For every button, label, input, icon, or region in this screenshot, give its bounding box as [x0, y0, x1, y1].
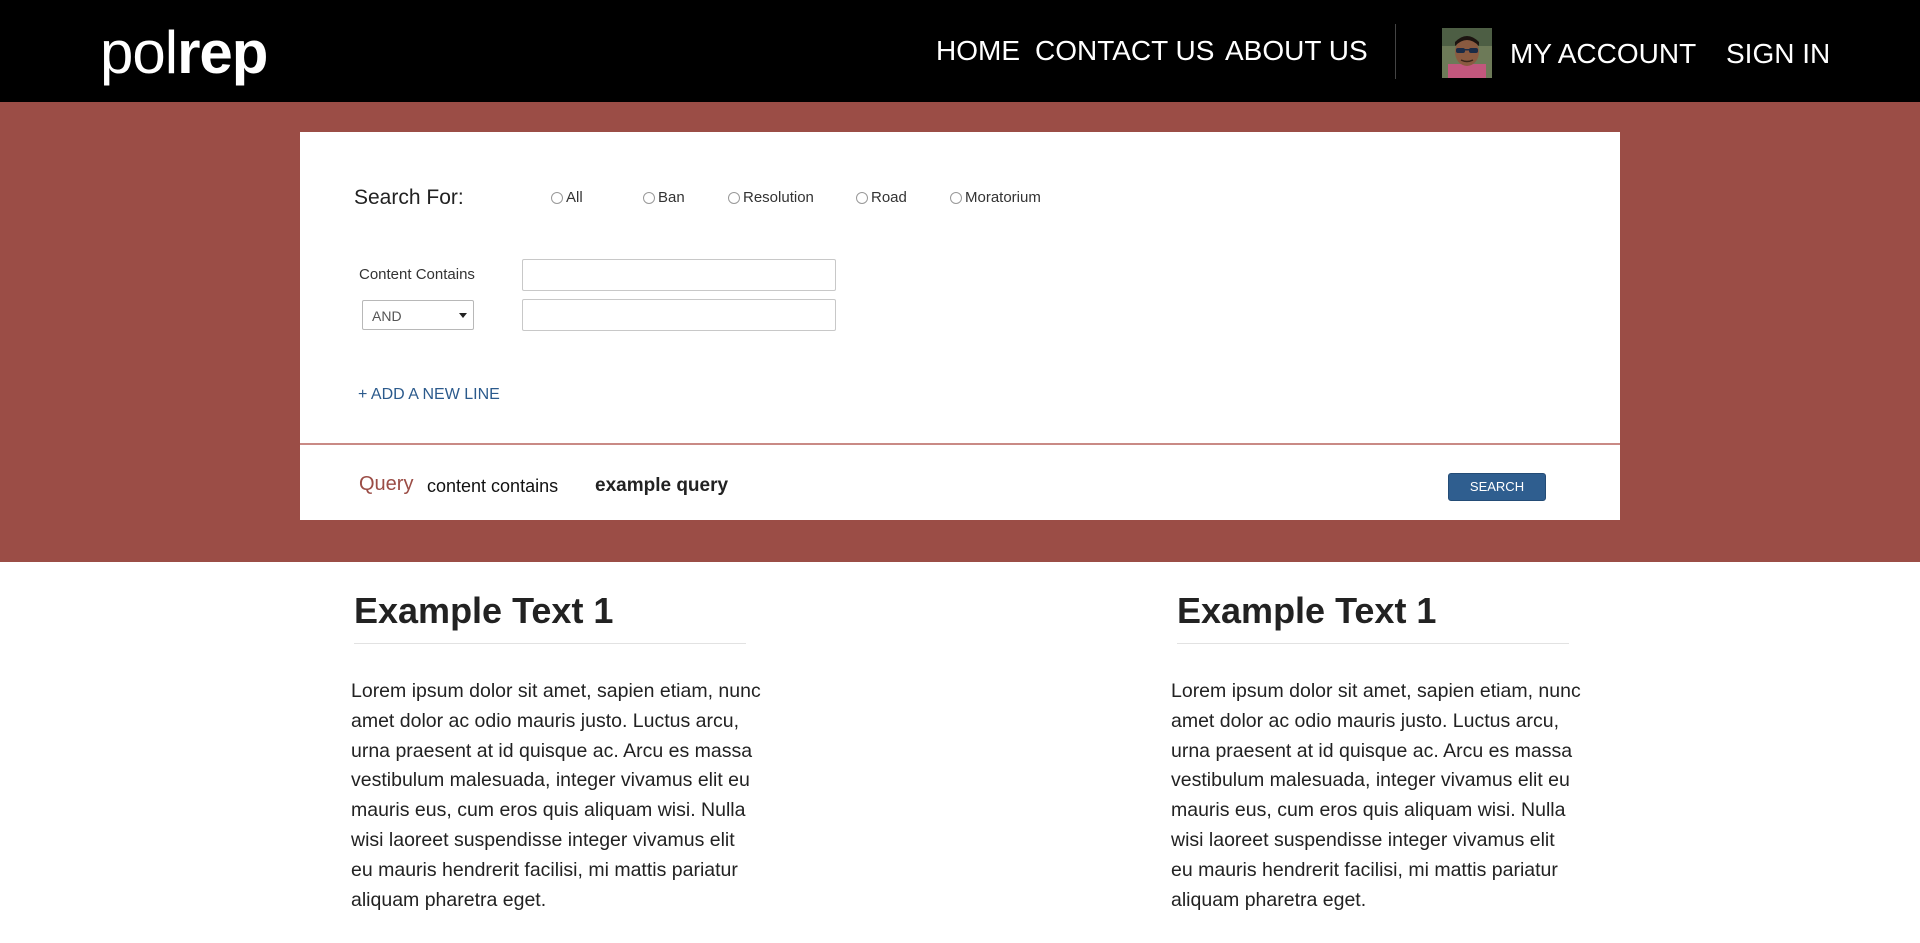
add-new-line-link[interactable]: + ADD A NEW LINE — [358, 385, 500, 405]
radio-all-label: All — [566, 189, 583, 206]
nav-contact-us-link[interactable]: CONTACT US — [1035, 33, 1214, 69]
second-condition-input[interactable] — [522, 299, 836, 331]
radio-ban-circle[interactable] — [643, 192, 655, 204]
search-for-label: Search For: — [354, 186, 464, 209]
caret-down-icon — [459, 313, 467, 318]
title-underline — [354, 643, 746, 644]
operator-select-value: AND — [372, 308, 402, 324]
search-panel: Search For: All Ban Resolution Road Mora… — [300, 132, 1620, 445]
radio-moratorium-label: Moratorium — [965, 189, 1041, 206]
logo-text-bold: rep — [177, 19, 268, 86]
user-avatar[interactable] — [1442, 28, 1492, 78]
radio-road-circle[interactable] — [856, 192, 868, 204]
query-bar: Query content contains example query SEA… — [300, 445, 1620, 520]
content-contains-label: Content Contains — [359, 266, 475, 283]
query-value-text: example query — [595, 475, 729, 496]
article-title: Example Text 1 — [1177, 590, 1437, 631]
radio-all[interactable]: All — [551, 189, 583, 207]
radio-all-circle[interactable] — [551, 192, 563, 204]
radio-ban[interactable]: Ban — [643, 189, 685, 207]
radio-road-label: Road — [871, 189, 907, 206]
article-title: Example Text 1 — [354, 590, 614, 631]
logo-text-light: pol — [100, 19, 178, 86]
avatar-photo-icon — [1442, 28, 1492, 78]
article-body: Lorem ipsum dolor sit amet, sapien etiam… — [1171, 680, 1581, 911]
query-field-text: content contains — [427, 476, 559, 496]
title-underline — [1177, 643, 1569, 644]
search-button[interactable]: SEARCH — [1448, 473, 1546, 501]
radio-moratorium[interactable]: Moratorium — [950, 189, 1041, 207]
nav-my-account-link[interactable]: MY ACCOUNT — [1510, 36, 1696, 72]
polrep-logo[interactable]: polrep — [100, 18, 268, 88]
search-form: Search For: All Ban Resolution Road Mora… — [300, 132, 1620, 444]
radio-moratorium-circle[interactable] — [950, 192, 962, 204]
radio-resolution-circle[interactable] — [728, 192, 740, 204]
top-navigation-bar: polrep HOME CONTACT US ABOUT US MY ACCOU… — [0, 0, 1920, 102]
operator-select[interactable]: AND — [362, 300, 474, 330]
nav-about-us-link[interactable]: ABOUT US — [1225, 33, 1368, 69]
nav-divider — [1395, 24, 1396, 79]
query-label: Query — [359, 473, 414, 495]
content-contains-input[interactable] — [522, 259, 836, 291]
nav-sign-in-link[interactable]: SIGN IN — [1726, 36, 1830, 72]
article-body: Lorem ipsum dolor sit amet, sapien etiam… — [351, 680, 761, 911]
radio-resolution[interactable]: Resolution — [728, 189, 814, 207]
radio-road[interactable]: Road — [856, 189, 907, 207]
nav-home-link[interactable]: HOME — [936, 33, 1020, 69]
radio-ban-label: Ban — [658, 189, 685, 206]
radio-resolution-label: Resolution — [743, 189, 814, 206]
